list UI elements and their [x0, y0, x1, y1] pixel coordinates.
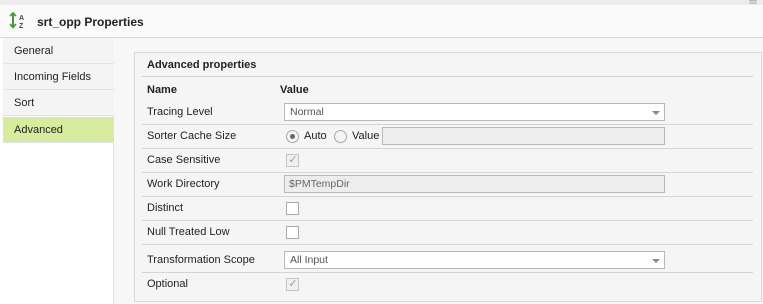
- property-row-null-treated-low: Null Treated Low: [142, 221, 753, 245]
- sort-az-icon: A Z: [9, 11, 27, 30]
- column-header-name: Name: [147, 84, 177, 96]
- property-row-transformation-scope: Transformation Scope All Input: [142, 249, 753, 273]
- properties-header: A Z srt_opp Properties: [0, 5, 763, 38]
- sidebar: General Incoming Fields Sort Advanced: [0, 38, 114, 304]
- property-label: Optional: [147, 278, 188, 290]
- advanced-properties-panel: Advanced properties Name Value Tracing L…: [134, 52, 762, 302]
- cache-size-value-label: Value: [352, 130, 380, 142]
- sidebar-item-sort[interactable]: Sort: [3, 90, 114, 116]
- transformation-scope-select[interactable]: All Input: [284, 251, 665, 269]
- property-label: Sorter Cache Size: [147, 130, 237, 142]
- panel-title: Advanced properties: [147, 59, 257, 71]
- null-treated-low-checkbox[interactable]: [286, 226, 299, 239]
- work-directory-field[interactable]: $PMTempDir: [284, 175, 665, 193]
- checkmark-icon: ✓: [288, 278, 298, 290]
- property-label: Distinct: [147, 202, 184, 214]
- cache-size-value-field[interactable]: [382, 127, 665, 145]
- work-directory-value: $PMTempDir: [289, 178, 350, 190]
- chevron-down-icon: [652, 259, 660, 263]
- optional-checkbox[interactable]: ✓: [286, 278, 299, 291]
- property-row-distinct: Distinct: [142, 197, 753, 221]
- divider: [142, 76, 753, 77]
- property-label: Transformation Scope: [147, 254, 255, 266]
- property-row-case-sensitive: Case Sensitive ✓: [142, 149, 753, 173]
- cache-size-auto-radio[interactable]: [286, 130, 299, 143]
- sidebar-item-advanced[interactable]: Advanced: [3, 117, 114, 143]
- svg-text:Z: Z: [19, 23, 24, 30]
- property-label: Tracing Level: [147, 106, 213, 118]
- tracing-level-select[interactable]: Normal: [284, 103, 665, 121]
- property-row-work-directory: Work Directory $PMTempDir: [142, 173, 753, 197]
- sidebar-item-label: Incoming Fields: [14, 71, 92, 83]
- column-header-value: Value: [280, 84, 309, 96]
- case-sensitive-checkbox[interactable]: ✓: [286, 154, 299, 167]
- sidebar-item-general[interactable]: General: [3, 38, 114, 64]
- property-row-sorter-cache-size: Sorter Cache Size Auto Value: [142, 125, 753, 149]
- property-row-tracing-level: Tracing Level Normal: [142, 101, 753, 125]
- distinct-checkbox[interactable]: [286, 202, 299, 215]
- page-title: srt_opp Properties: [37, 15, 144, 29]
- tracing-level-value: Normal: [290, 106, 324, 118]
- property-label: Null Treated Low: [147, 226, 230, 238]
- checkmark-icon: ✓: [288, 154, 298, 166]
- cache-size-auto-label: Auto: [304, 130, 327, 142]
- property-row-optional: Optional ✓: [142, 273, 753, 297]
- transformation-scope-value: All Input: [290, 254, 328, 266]
- sidebar-item-label: Sort: [14, 97, 35, 109]
- property-label: Work Directory: [147, 178, 220, 190]
- svg-text:A: A: [19, 15, 24, 22]
- property-label: Case Sensitive: [147, 154, 221, 166]
- sidebar-item-label: Advanced: [14, 124, 63, 136]
- cache-size-value-radio[interactable]: [334, 130, 347, 143]
- sidebar-item-label: General: [14, 45, 54, 57]
- chevron-down-icon: [652, 111, 660, 115]
- sidebar-item-incoming-fields[interactable]: Incoming Fields: [3, 64, 114, 90]
